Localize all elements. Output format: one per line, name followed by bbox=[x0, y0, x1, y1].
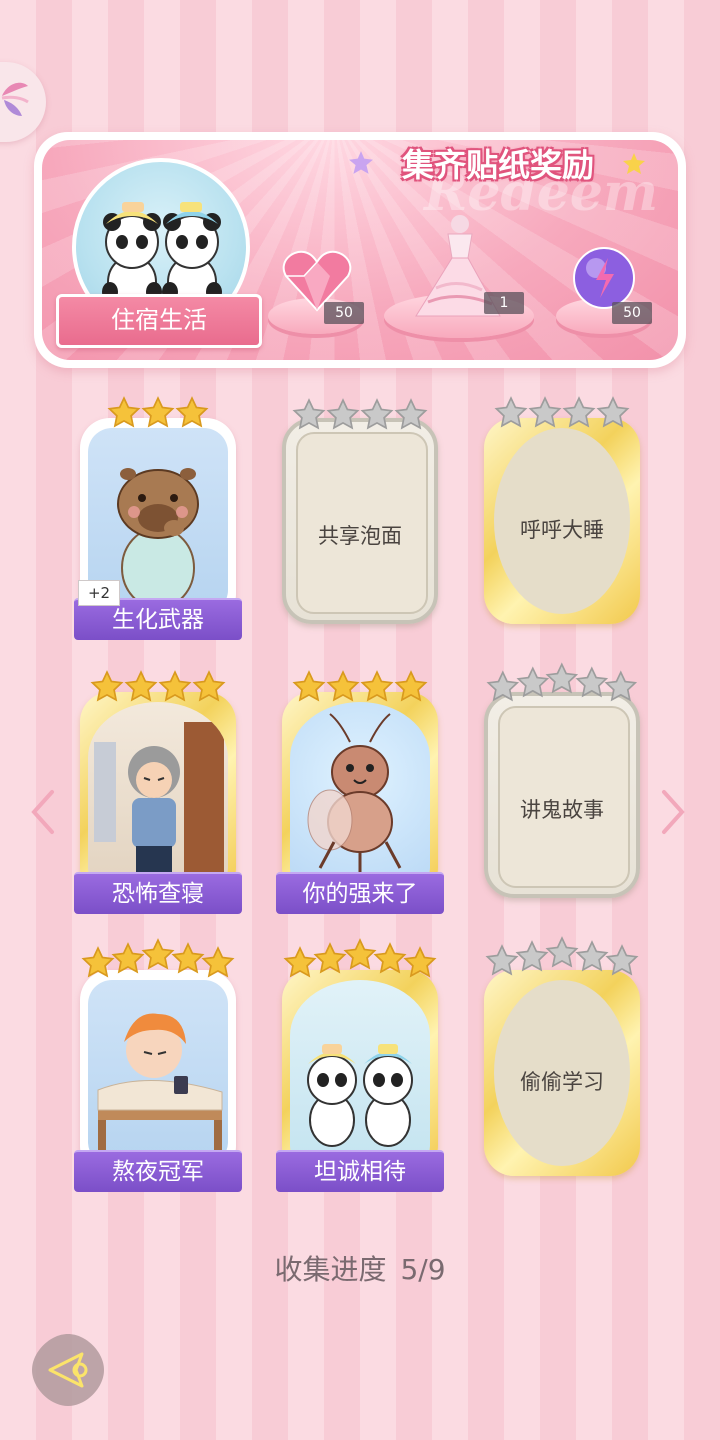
gold-star-icon bbox=[192, 670, 226, 702]
empty-star-icon bbox=[394, 398, 428, 430]
empty-star-icon bbox=[360, 398, 394, 430]
sticker-name: 呼呼大睡 bbox=[520, 518, 604, 542]
sticker-card[interactable]: 呼呼大睡 bbox=[480, 396, 644, 628]
theme-label: 住宿生活 bbox=[56, 294, 262, 348]
gold-star-icon bbox=[394, 670, 428, 702]
reward-banner: Redeem 集齐贴纸奖励 住宿生活 50 1 50 bbox=[34, 132, 686, 368]
reward-count: 50 bbox=[324, 302, 364, 324]
gold-star-icon bbox=[326, 670, 360, 702]
gold-star-icon bbox=[373, 942, 407, 974]
empty-star-icon bbox=[545, 662, 579, 694]
panda-pair-icon bbox=[307, 1044, 413, 1147]
star-rating bbox=[484, 396, 640, 430]
gold-star-icon bbox=[343, 938, 377, 970]
sticker-card[interactable]: 坦诚相待 bbox=[276, 938, 444, 1192]
sticker-card[interactable]: 熬夜冠军 bbox=[74, 938, 242, 1192]
star-rating bbox=[282, 670, 438, 704]
gold-star-icon bbox=[360, 670, 394, 702]
cockroach-icon bbox=[307, 713, 402, 874]
sparkle-star-icon bbox=[349, 151, 373, 174]
sticker-card[interactable]: 恐怖查寝 bbox=[74, 670, 242, 914]
star-rating bbox=[286, 398, 434, 432]
sticker-name: 你的强来了 bbox=[276, 872, 444, 914]
sticker-name: 坦诚相待 bbox=[276, 1150, 444, 1192]
sticker-card[interactable]: 你的强来了 bbox=[276, 670, 444, 914]
reward-count: 1 bbox=[484, 292, 524, 314]
gold-star-icon bbox=[292, 670, 326, 702]
sticker-name: 共享泡面 bbox=[318, 524, 402, 548]
empty-star-icon bbox=[575, 940, 609, 972]
gold-star-icon bbox=[403, 946, 437, 978]
petal-icon bbox=[1, 82, 29, 116]
empty-star-icon bbox=[494, 396, 528, 428]
empty-star-icon bbox=[604, 670, 638, 702]
sticker-image-cockroach bbox=[290, 702, 430, 888]
empty-star-icon bbox=[575, 666, 608, 698]
empty-star-icon bbox=[486, 670, 520, 702]
gold-star-icon bbox=[171, 942, 205, 974]
star-rating bbox=[80, 670, 236, 704]
empty-star-icon bbox=[516, 666, 549, 698]
empty-star-icon bbox=[292, 398, 326, 430]
star-rating bbox=[282, 938, 438, 980]
sticker-image-pandas bbox=[290, 980, 430, 1166]
sticker-card[interactable]: 共享泡面 bbox=[278, 398, 442, 628]
prev-page-arrow[interactable] bbox=[28, 788, 56, 836]
gold-star-icon bbox=[313, 942, 347, 974]
gold-star-icon bbox=[90, 670, 124, 702]
sticker-name: 偷偷学习 bbox=[520, 1070, 604, 1094]
gold-star-icon bbox=[107, 396, 141, 428]
sticker-image-dorm-check bbox=[88, 702, 228, 888]
sticker-name: 熬夜冠军 bbox=[74, 1150, 242, 1192]
side-menu-button[interactable] bbox=[0, 62, 46, 142]
reward-count: 50 bbox=[612, 302, 652, 324]
empty-star-icon bbox=[545, 936, 579, 968]
empty-star-icon bbox=[596, 396, 630, 428]
gold-star-icon bbox=[111, 942, 145, 974]
star-rating bbox=[80, 396, 236, 430]
star-rating bbox=[486, 662, 638, 704]
sparkle-star-icon bbox=[623, 153, 645, 174]
progress-value: 5/9 bbox=[400, 1253, 446, 1286]
boy-in-bed-icon bbox=[97, 1013, 223, 1150]
back-arrow-icon bbox=[32, 1334, 104, 1406]
gold-star-icon bbox=[124, 670, 158, 702]
dorm-manager-icon bbox=[94, 722, 224, 876]
gold-star-icon bbox=[158, 670, 192, 702]
empty-star-icon bbox=[562, 396, 596, 428]
gold-star-icon bbox=[141, 938, 175, 970]
sticker-image-all-nighter bbox=[88, 980, 228, 1166]
empty-star-icon bbox=[605, 944, 639, 976]
star-rating bbox=[80, 938, 236, 980]
next-page-arrow[interactable] bbox=[660, 788, 688, 836]
progress-label: 收集进度 bbox=[274, 1253, 387, 1286]
empty-star-icon bbox=[326, 398, 360, 430]
sticker-card[interactable]: +2 生化武器 bbox=[74, 396, 242, 640]
gold-star-icon bbox=[175, 396, 209, 428]
collection-progress: 收集进度 5/9 bbox=[0, 1248, 720, 1288]
sticker-card[interactable]: 讲鬼故事 bbox=[480, 662, 644, 902]
star-rating bbox=[484, 936, 640, 978]
sticker-name: 恐怖查寝 bbox=[74, 872, 242, 914]
back-button[interactable] bbox=[30, 1332, 106, 1408]
duplicate-count-badge: +2 bbox=[78, 580, 120, 606]
empty-star-icon bbox=[515, 940, 549, 972]
empty-star-icon bbox=[485, 944, 519, 976]
gold-star-icon bbox=[201, 946, 235, 978]
gold-star-icon bbox=[81, 946, 115, 978]
gold-star-icon bbox=[141, 396, 175, 428]
banner-title: 集齐贴纸奖励 bbox=[402, 146, 595, 184]
empty-star-icon bbox=[528, 396, 562, 428]
sticker-card[interactable]: 偷偷学习 bbox=[480, 936, 644, 1180]
sticker-name: 讲鬼故事 bbox=[520, 798, 604, 822]
gold-star-icon bbox=[283, 946, 317, 978]
